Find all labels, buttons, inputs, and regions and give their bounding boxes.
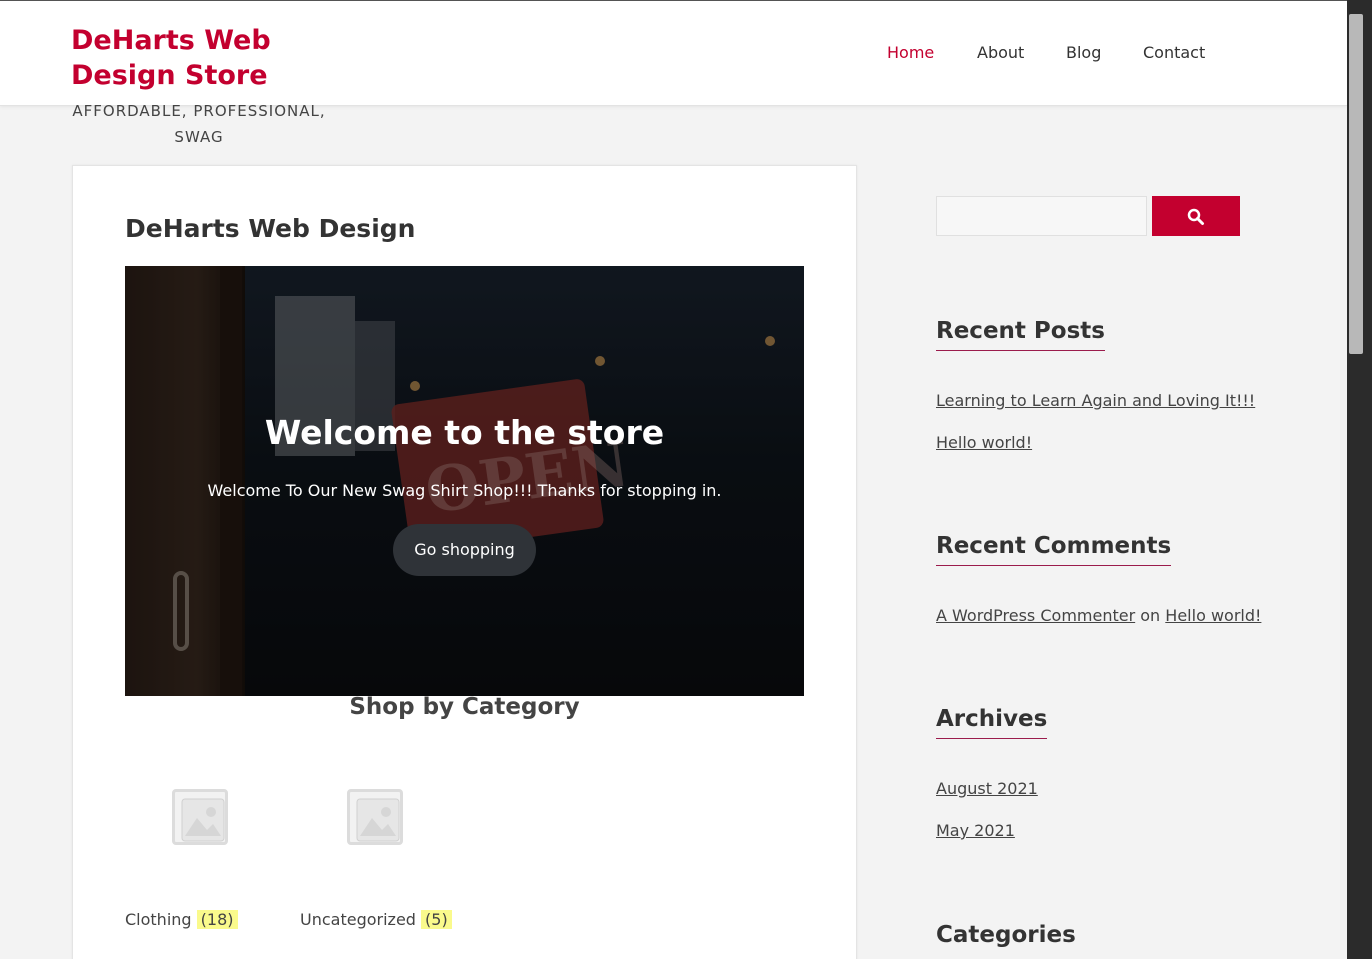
category-link-uncategorized[interactable]: Uncategorized (5) — [300, 910, 452, 929]
recent-comments-title: Recent Comments — [936, 533, 1172, 566]
placeholder-image-icon — [356, 798, 400, 842]
category-name: Clothing — [125, 910, 192, 929]
category-thumbnail-uncategorized[interactable] — [347, 789, 403, 845]
site-tagline: AFFORDABLE, PROFESSIONAL, SWAG — [72, 102, 326, 146]
search-input[interactable] — [936, 196, 1147, 236]
recent-comment-item: A WordPress Commenter on Hello world! — [936, 606, 1261, 625]
categories-title: Categories — [936, 922, 1076, 948]
category-link-clothing[interactable]: Clothing (18) — [125, 910, 238, 929]
category-thumbnail-clothing[interactable] — [172, 789, 228, 845]
site-header: DeHarts Web Design Store Home About Blog… — [0, 1, 1347, 106]
placeholder-image-icon — [181, 798, 225, 842]
recent-post-link[interactable]: Hello world! — [936, 433, 1032, 452]
archive-link[interactable]: May 2021 — [936, 821, 1015, 840]
hero-text: Welcome To Our New Swag Shirt Shop!!! Th… — [207, 481, 722, 500]
comment-author-link[interactable]: A WordPress Commenter — [936, 606, 1135, 625]
search-button[interactable] — [1152, 196, 1240, 236]
nav-blog[interactable]: Blog — [1066, 43, 1101, 62]
page-title: DeHarts Web Design — [125, 214, 416, 243]
archives-title: Archives — [936, 706, 1048, 739]
nav-contact[interactable]: Contact — [1143, 43, 1205, 62]
recent-post-link[interactable]: Learning to Learn Again and Loving It!!! — [936, 391, 1255, 410]
main-navigation: Home About Blog Contact — [0, 43, 1347, 65]
archive-link[interactable]: August 2021 — [936, 779, 1038, 798]
search-icon — [1187, 208, 1204, 225]
scrollbar-thumb[interactable] — [1349, 14, 1363, 354]
shop-by-category-title: Shop by Category — [349, 694, 580, 720]
category-count: (18) — [196, 910, 238, 929]
comment-post-link[interactable]: Hello world! — [1165, 606, 1261, 625]
category-count: (5) — [421, 910, 452, 929]
hero-title: Welcome to the store — [264, 413, 665, 452]
comment-on-text: on — [1140, 606, 1161, 625]
go-shopping-button[interactable]: Go shopping — [393, 524, 536, 576]
nav-home[interactable]: Home — [887, 43, 934, 62]
nav-about[interactable]: About — [977, 43, 1024, 62]
category-name: Uncategorized — [300, 910, 416, 929]
recent-posts-title: Recent Posts — [936, 318, 1105, 351]
